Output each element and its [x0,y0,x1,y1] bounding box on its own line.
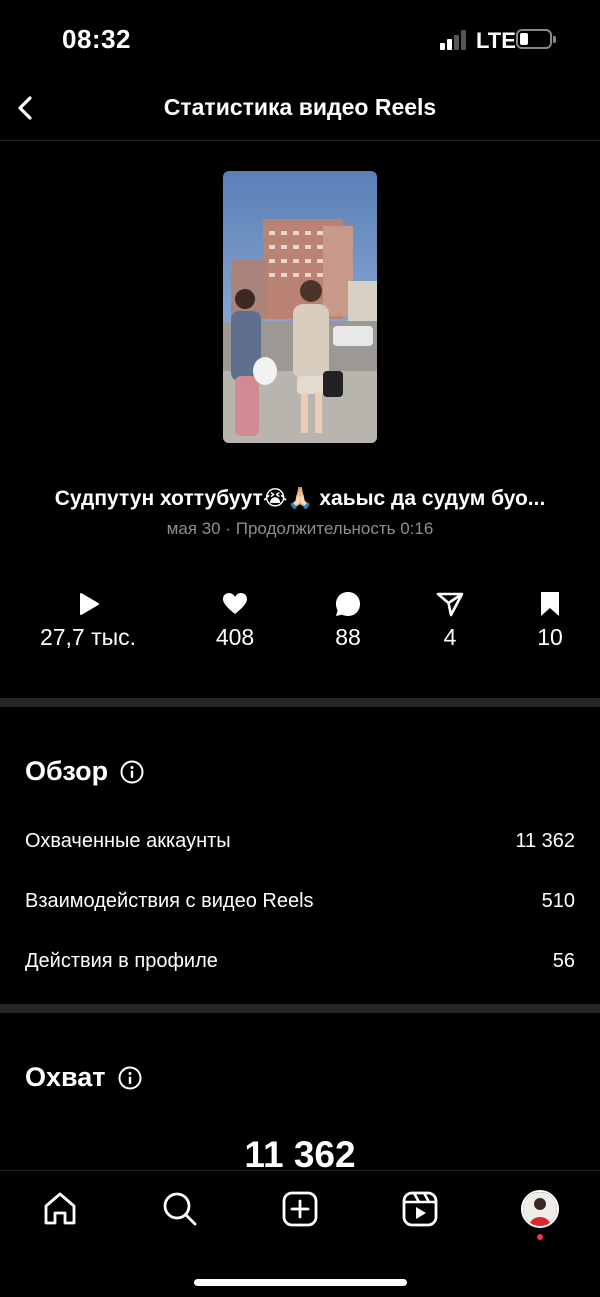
play-icon [80,593,99,615]
reach-title: Охват [25,1062,142,1093]
page-title: Статистика видео Reels [163,94,437,120]
section-divider [0,698,600,707]
metric-plays: 27,7 тыс. [28,588,148,651]
tab-create[interactable] [280,1189,320,1229]
reel-insights-screen: 08:32 LTE Статистика видео Reels Судпуту… [0,0,600,1297]
reel-thumbnail[interactable] [223,171,377,443]
create-icon [282,1191,318,1227]
row-value: 510 [541,890,575,912]
reach-title-text: Охват [25,1062,106,1092]
home-icon [44,1192,76,1225]
heart-icon [223,593,247,614]
comment-icon [336,592,360,616]
metric-likes: 408 [175,588,295,651]
row-label: Охваченные аккаунты [25,830,231,852]
bookmark-icon [541,592,559,616]
tab-profile[interactable] [520,1189,560,1229]
network-label: LTE [476,28,516,53]
metric-saves: 10 [490,588,600,651]
row-value: 11 362 [515,830,575,852]
bottom-tab-bar [0,1170,600,1297]
row-label: Действия в профиле [25,950,218,972]
metric-value: 10 [537,624,563,650]
avatar [521,1190,559,1228]
tab-search[interactable] [160,1189,200,1229]
row-label: Взаимодействия с видео Reels [25,890,314,912]
reel-meta: мая 30 · Продолжительность 0:16 [166,519,434,538]
signal-icon [440,30,468,50]
share-icon [436,592,464,617]
row-value: 56 [552,950,575,972]
tab-reels[interactable] [400,1189,440,1229]
tab-home[interactable] [40,1189,80,1229]
reel-thumbnail-image [223,171,377,443]
overview-row-profile-activity[interactable]: Действия в профиле 56 [25,950,575,973]
overview-title-text: Обзор [25,756,109,786]
status-time: 08:32 [62,24,131,54]
info-icon[interactable] [118,1066,142,1090]
info-icon[interactable] [120,760,144,784]
overview-title: Обзор [25,756,144,787]
reels-icon [402,1191,438,1227]
overview-row-engagement[interactable]: Взаимодействия с видео Reels 510 [25,890,575,913]
notification-dot [537,1234,543,1240]
metrics-row: 27,7 тыс. 408 88 4 10 [0,588,600,658]
overview-row-accounts-reached[interactable]: Охваченные аккаунты 11 362 [25,830,575,853]
reel-caption: Судпутун хоттубуут😭🙏🏻 хаьыс да судум буо… [54,487,546,510]
metric-value: 408 [215,624,255,650]
battery-icon [516,29,556,49]
metric-value: 27,7 тыс. [39,624,137,650]
home-indicator [194,1279,407,1286]
status-bar: 08:32 LTE [0,0,600,80]
header: Статистика видео Reels [0,80,600,141]
search-icon [163,1192,197,1226]
section-divider [0,1004,600,1013]
